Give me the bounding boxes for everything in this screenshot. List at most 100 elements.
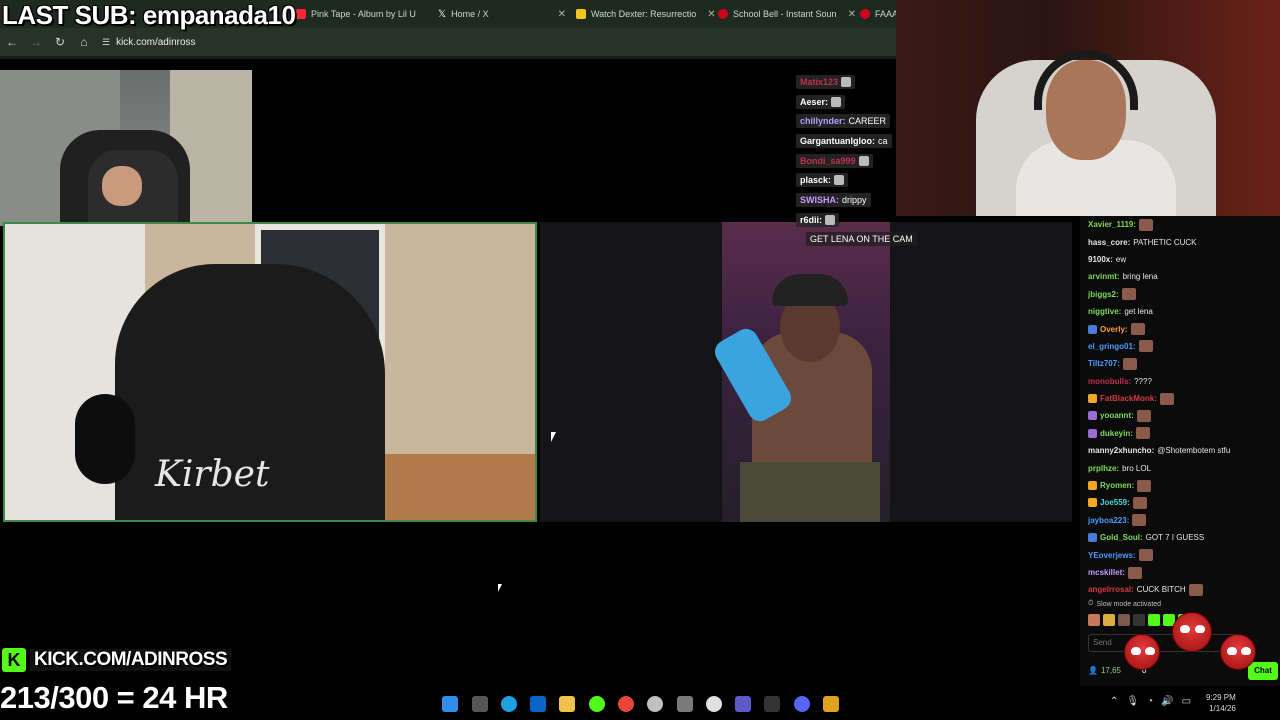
emote-icon (1139, 218, 1154, 231)
site-settings-icon[interactable]: ☰ (102, 37, 110, 48)
chat-message: prplhze: bro LOL (1080, 459, 1280, 476)
chevron-up-icon[interactable]: ⌃ (1110, 696, 1118, 707)
chat-username[interactable]: Overly: (1100, 325, 1128, 334)
clock-icon: ⏱ (1088, 600, 1094, 607)
emote-icon[interactable] (1103, 614, 1115, 626)
emote-icon (1127, 566, 1142, 579)
app-icon[interactable] (823, 696, 839, 712)
emote-icon (1138, 340, 1153, 353)
chat-username: Bondi_sa999 (800, 155, 856, 166)
chat-username[interactable]: monobulls: (1088, 377, 1131, 386)
emote-icon (841, 76, 852, 87)
chat-username[interactable]: hass_core: (1088, 238, 1130, 247)
chat-username[interactable]: manny2xhuncho: (1088, 446, 1154, 455)
chat-username[interactable]: arvinmt: (1088, 272, 1120, 281)
chat-username[interactable]: 9100x: (1088, 255, 1113, 264)
overlay-chat-pill: r6dii: (796, 212, 840, 227)
tab-dexter[interactable]: Watch Dexter: Resurrectio ✕ (576, 4, 716, 24)
windows-start-icon[interactable] (442, 696, 458, 712)
chat-username[interactable]: Tiltz707: (1088, 359, 1120, 368)
chat-username[interactable]: dukeyin: (1100, 429, 1133, 438)
url-field[interactable]: ☰ kick.com/adinross (102, 37, 196, 48)
chat-username[interactable]: prplhze: (1088, 464, 1119, 473)
discord-icon[interactable] (794, 696, 810, 712)
task-view-icon[interactable] (472, 696, 488, 712)
close-tab-icon[interactable]: ✕ (558, 9, 566, 20)
wifi-icon[interactable]: ◔ (1147, 696, 1153, 707)
emote-icon (858, 155, 869, 166)
chat-username[interactable]: niggtive: (1088, 307, 1121, 316)
overlay-chat-row: GargantuanIgloo: ca (796, 131, 896, 151)
volume-icon[interactable]: 🔊 (1161, 696, 1173, 707)
emote-icon (1122, 357, 1137, 370)
overlay-chat-pill: Aeser: (796, 94, 846, 109)
close-tab-icon[interactable]: ✕ (707, 9, 715, 20)
app-icon[interactable] (706, 696, 722, 712)
edge-icon[interactable] (501, 696, 517, 712)
close-tab-icon[interactable]: ✕ (848, 9, 856, 20)
tab-school-bell[interactable]: School Bell - Instant Soun ✕ (718, 4, 856, 24)
chat-username[interactable]: angelrrosal: (1088, 585, 1134, 594)
chat-text: ???? (1134, 376, 1152, 386)
chat-text: GET LENA ON THE CAM (806, 232, 917, 246)
chat-username: GargantuanIgloo: (800, 135, 875, 146)
chat-username[interactable]: FatBlackMonk: (1100, 394, 1157, 403)
app-icon[interactable] (764, 696, 780, 712)
chat-message: jbiggs2: (1080, 286, 1280, 303)
outlook-icon[interactable] (530, 696, 546, 712)
reload-icon[interactable]: ↻ (48, 35, 72, 49)
chat-text: drippy (842, 194, 867, 205)
back-icon[interactable]: ← (0, 35, 24, 49)
chat-message: 9100x: ew (1080, 251, 1280, 268)
tab-label: Pink Tape - Album by Lil U (311, 9, 416, 19)
chat-message: Ryomen: (1080, 477, 1280, 494)
store-icon[interactable] (677, 696, 693, 712)
kick-logo-icon: K (2, 648, 26, 672)
guest-video-right (540, 222, 1072, 522)
obs-icon[interactable] (647, 696, 663, 712)
microphone-icon[interactable]: 🎙 (1126, 696, 1139, 707)
chat-username[interactable]: jayboa223: (1088, 516, 1129, 525)
sound-icon (718, 9, 728, 19)
chat-username[interactable]: mcskillet: (1088, 568, 1125, 577)
kick-app-icon[interactable] (589, 696, 605, 712)
chat-send-button[interactable]: Chat (1248, 662, 1278, 680)
badge-icon (1088, 411, 1097, 421)
emote-icon[interactable] (1133, 614, 1145, 626)
chat-text: CAREER (848, 116, 887, 127)
chat-username[interactable]: Gold_Soul: (1100, 533, 1143, 542)
chat-text: ew (1115, 254, 1127, 264)
chat-username: Aeser: (800, 96, 829, 107)
file-explorer-icon[interactable] (559, 696, 575, 712)
emote-icon[interactable] (1118, 614, 1130, 626)
chat-username[interactable]: Joe559: (1100, 498, 1130, 507)
chat-username[interactable]: Ryomen: (1100, 481, 1134, 490)
chat-username[interactable]: YEoverjews: (1088, 551, 1136, 560)
person-icon: 👤 (1088, 666, 1098, 675)
home-icon[interactable]: ⌂ (72, 35, 96, 49)
chat-username[interactable]: el_gringo01: (1088, 342, 1136, 351)
spiderman-sticker (1172, 612, 1212, 652)
kick-banner: K KICK.COM/ADINROSS (2, 647, 232, 673)
send-message-input[interactable]: Send (1088, 634, 1238, 652)
tab-home-x[interactable]: 𝕏 Home / X ✕ (438, 4, 566, 24)
mouse-cursor-icon (498, 584, 507, 592)
forward-icon[interactable]: → (24, 35, 48, 49)
taskbar-clock[interactable]: 9:29 PM 1/14/26 (1206, 692, 1236, 714)
chat-username[interactable]: yooannt: (1100, 411, 1134, 420)
chat-username: r6dii: (800, 214, 823, 225)
emote-icon[interactable] (1088, 614, 1100, 626)
chat-username[interactable]: Xavier_1119: (1088, 220, 1136, 229)
chat-message: hass_core: PATHETIC CUCK (1080, 233, 1280, 250)
battery-icon[interactable]: ▭ (1182, 696, 1191, 707)
emote-icon[interactable] (1148, 614, 1160, 626)
chrome-icon[interactable] (618, 696, 634, 712)
tab-pink-tape[interactable]: Pink Tape - Album by Lil U (296, 4, 416, 24)
x-logo-icon: 𝕏 (438, 8, 447, 20)
chat-username[interactable]: jbiggs2: (1088, 290, 1119, 299)
overlay-chat-row: plasck: (796, 170, 896, 190)
teams-icon[interactable] (735, 696, 751, 712)
sound-icon (860, 9, 870, 19)
chat-message: el_gringo01: (1080, 338, 1280, 355)
badge-icon (1088, 498, 1097, 508)
